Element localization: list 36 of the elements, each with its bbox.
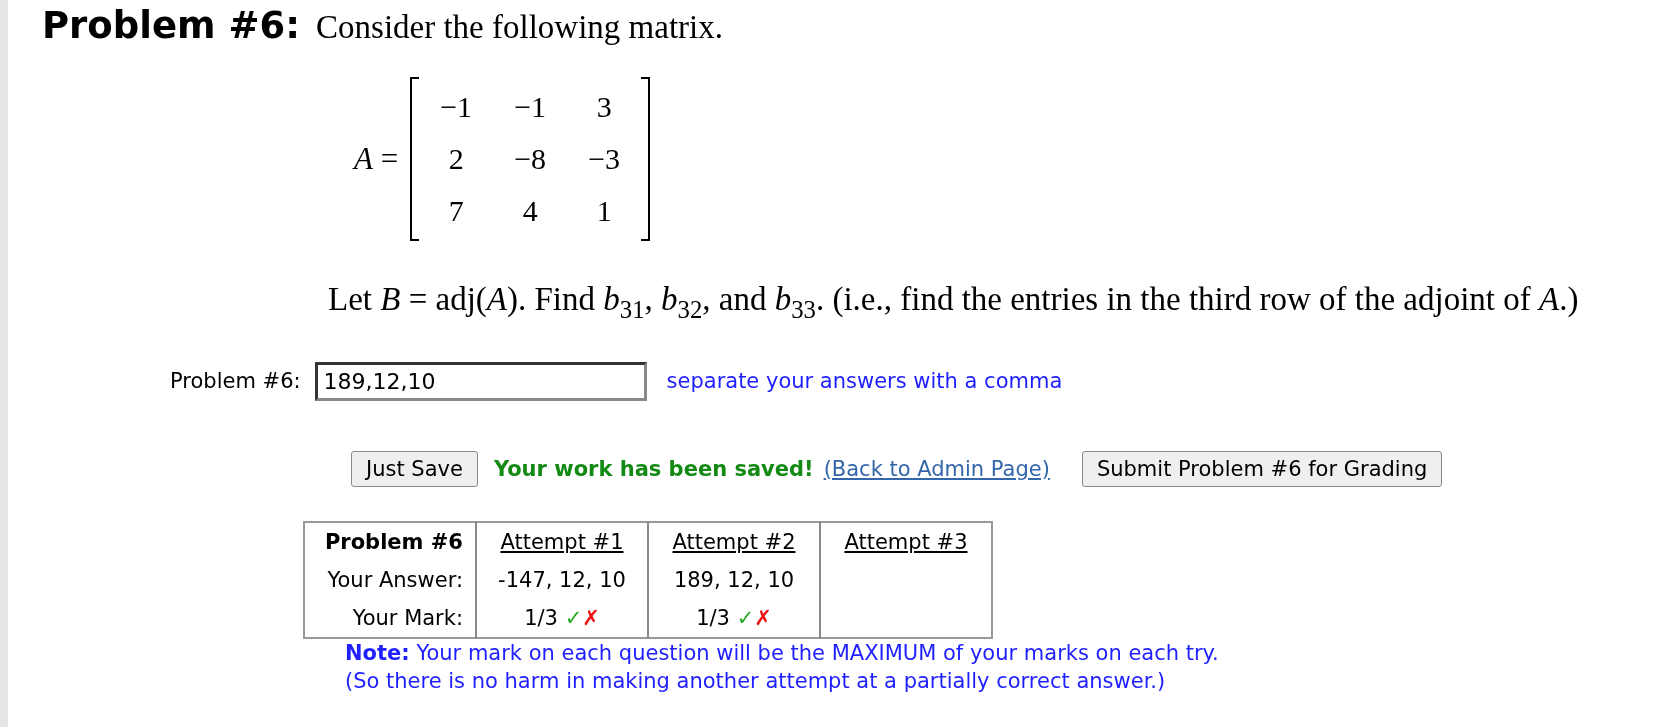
answer-hint: separate your answers with a comma bbox=[666, 369, 1063, 394]
answer-cell: -147, 12, 10 bbox=[476, 560, 648, 599]
note-text: (So there is no harm in making another attempt at a partially correct answer.) bbox=[345, 667, 1167, 695]
matrix-name: A = bbox=[354, 141, 399, 177]
row-label: Your Mark: bbox=[304, 598, 476, 638]
problem-heading: Problem #6: bbox=[42, 4, 301, 47]
save-button[interactable]: Just Save bbox=[351, 450, 478, 487]
submit-button[interactable]: Submit Problem #6 for Grading bbox=[1081, 450, 1443, 487]
cross-mark: ✗ bbox=[582, 605, 600, 630]
check-mark: ✓ bbox=[564, 605, 583, 630]
mark-score: 1/3 bbox=[524, 605, 559, 630]
attempt-header: Attempt #3 bbox=[820, 521, 992, 561]
matrix-entry: 1 bbox=[595, 193, 613, 229]
attempt-header: Attempt #2 bbox=[648, 521, 820, 561]
matrix-entry: 3 bbox=[595, 89, 613, 125]
table-header: Problem #6 bbox=[304, 521, 476, 561]
answer-cell: 189, 12, 10 bbox=[648, 560, 820, 599]
matrix-entry: −3 bbox=[587, 141, 622, 177]
admin-link[interactable]: (Back to Admin Page) bbox=[823, 456, 1050, 481]
matrix-entry: 4 bbox=[521, 193, 539, 229]
check-mark: ✓ bbox=[736, 605, 755, 630]
answer-field[interactable]: 189,12,10 bbox=[314, 361, 647, 401]
mark-score: 1/3 bbox=[696, 605, 731, 630]
matrix-entry: −1 bbox=[513, 89, 548, 125]
row-label: Your Answer: bbox=[304, 560, 476, 599]
note-text: Note: Your mark on each question will be the MAXIMUM of your marks on each try. bbox=[345, 639, 1220, 667]
answer-label: Problem #6: bbox=[170, 369, 301, 394]
problem-intro: Consider the following matrix. bbox=[316, 9, 723, 46]
cross-mark: ✗ bbox=[754, 605, 772, 630]
matrix-entry: 7 bbox=[447, 193, 465, 229]
save-status: Your work has been saved! bbox=[493, 456, 814, 481]
matrix-entry: −1 bbox=[439, 89, 474, 125]
question-text: Let B = adj(A). Find b$_{31}$, b$_{32}$, and b$_{33}$. (i.e., find the entries in the third row of the adjoint of A.) bbox=[328, 281, 1580, 324]
matrix-entry: 2 bbox=[447, 141, 465, 177]
matrix-entry: −8 bbox=[513, 141, 548, 177]
attempt-header: Attempt #1 bbox=[476, 521, 648, 561]
